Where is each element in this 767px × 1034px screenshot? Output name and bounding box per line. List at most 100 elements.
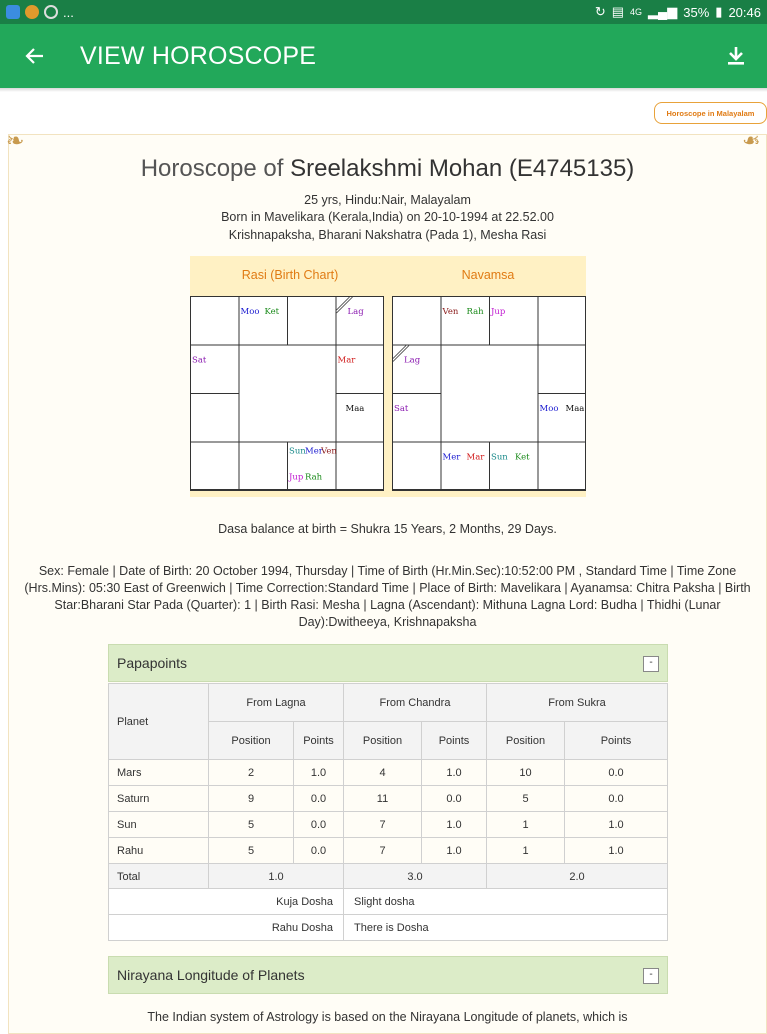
total-sukra: 2.0 — [486, 863, 668, 890]
planet-label: Ven — [320, 447, 337, 457]
dosha-row: Kuja Dosha Slight dosha — [108, 888, 668, 915]
app-bar-shadow — [0, 88, 767, 92]
points-header: Points — [293, 721, 344, 760]
table-cell: 5 — [208, 837, 294, 864]
planet-label: Lag — [348, 307, 365, 317]
planet-label: Lag — [404, 356, 421, 366]
planet-label: Maa — [346, 404, 365, 414]
download-icon — [728, 47, 744, 65]
table-cell: 5 — [208, 811, 294, 838]
table-cell: 1.0 — [564, 811, 668, 838]
table-cell: 7 — [343, 811, 422, 838]
planet-label: Moo — [540, 404, 559, 414]
dosha-row: Rahu Dosha There is Dosha — [108, 914, 668, 941]
navamsa-chart: Ven Rah Jup Lag Sat Moo Maa Mer Mar Sun Ket — [392, 296, 586, 491]
horoscope-malayalam-button[interactable]: Horoscope in Malayalam — [654, 102, 767, 124]
navamsa-chart-title: Navamsa — [461, 268, 515, 282]
app-bar: VIEW HOROSCOPE — [0, 24, 767, 88]
from-sukra-header: From Sukra — [486, 683, 668, 722]
dosha-value: Slight dosha — [343, 888, 668, 915]
table-cell: 10 — [486, 759, 565, 786]
age-caste-line: 25 yrs, Hindu:Nair, Malayalam — [304, 193, 471, 207]
corner-ornament-right: ❧ — [742, 128, 761, 153]
table-row: Sun 5 0.0 7 1.0 1 1.0 — [108, 811, 668, 838]
planet-label: Mer — [443, 453, 462, 463]
table-row: Rahu 5 0.0 7 1.0 1 1.0 — [108, 837, 668, 864]
horoscope-title: Horoscope of Sreelakshmi Mohan (E4745135… — [0, 155, 767, 183]
from-lagna-header: From Lagna — [208, 683, 344, 722]
planet-label: Sun — [491, 453, 508, 463]
person-name: Sreelakshmi Mohan (E4745135) — [290, 155, 635, 182]
network-label: 4G — [630, 7, 643, 17]
table-cell: 5 — [486, 785, 565, 812]
planet-label: Mar — [338, 356, 357, 366]
download-button[interactable] — [705, 24, 767, 88]
dosha-label: Rahu Dosha — [108, 914, 344, 941]
papapoints-table: Planet From Lagna From Chandra From Sukr… — [108, 683, 668, 890]
rasi-chart-title: Rasi (Birth Chart) — [241, 268, 339, 282]
points-header: Points — [564, 721, 668, 760]
table-cell: 0.0 — [293, 785, 344, 812]
table-cell: 1 — [486, 837, 565, 864]
title-prefix: Horoscope of — [140, 155, 291, 182]
table-cell: 1.0 — [293, 759, 344, 786]
more-notifications: ... — [63, 4, 74, 20]
cast-icon: ▤ — [611, 4, 625, 19]
corner-ornament-left: ❧ — [6, 128, 25, 153]
planet-label: Sat — [394, 404, 409, 414]
planet-label: Mar — [467, 453, 486, 463]
total-chandra: 3.0 — [343, 863, 487, 890]
table-cell: 0.0 — [293, 837, 344, 864]
dosha-table: Kuja Dosha Slight dosha Rahu Dosha There… — [108, 888, 668, 941]
page-title: VIEW HOROSCOPE — [80, 41, 317, 70]
sync-icon: ↻ — [594, 4, 606, 19]
table-cell: 4 — [343, 759, 422, 786]
table-cell: 1.0 — [421, 811, 487, 838]
position-header: Position — [486, 721, 565, 760]
planet-label: Sun — [289, 447, 306, 457]
signal-icon: ▂▄▆ — [648, 4, 678, 19]
planet-label: Sat — [192, 356, 207, 366]
total-lagna: 1.0 — [208, 863, 344, 890]
papapoints-collapse-button[interactable]: - — [643, 656, 659, 672]
nakshatra-line: Krishnapaksha, Bharani Nakshatra (Pada 1… — [228, 228, 547, 242]
table-row: Mars 2 1.0 4 1.0 10 0.0 — [108, 759, 668, 786]
planet-name-cell: Mars — [108, 759, 209, 786]
nirayana-header[interactable]: Nirayana Longitude of Planets - — [108, 956, 668, 994]
position-header: Position — [343, 721, 422, 760]
planet-label: Ven — [442, 307, 459, 317]
planet-label: Ket — [265, 307, 280, 317]
table-cell: 1 — [486, 811, 565, 838]
app-notification-icon — [6, 5, 20, 19]
table-cell: 1.0 — [421, 759, 487, 786]
chrome-icon — [44, 5, 58, 19]
planet-name-cell: Rahu — [108, 837, 209, 864]
battery-icon: ▮ — [715, 4, 723, 19]
table-row: Saturn 9 0.0 11 0.0 5 0.0 — [108, 785, 668, 812]
birth-details: Sex: Female | Date of Birth: 20 October … — [24, 564, 751, 629]
back-button[interactable] — [0, 24, 70, 88]
table-cell: 1.0 — [421, 837, 487, 864]
table-cell: 0.0 — [564, 785, 668, 812]
from-chandra-header: From Chandra — [343, 683, 487, 722]
papapoints-header[interactable]: Papapoints - — [108, 644, 668, 682]
table-cell: 11 — [343, 785, 422, 812]
planet-name-cell: Sun — [108, 811, 209, 838]
table-cell: 9 — [208, 785, 294, 812]
nirayana-intro-text: The Indian system of Astrology is based … — [147, 1010, 628, 1024]
planet-label: Ket — [515, 453, 530, 463]
papapoints-title: Papapoints — [117, 655, 188, 671]
planet-label: Jup — [288, 473, 304, 483]
app-notification-icon-2 — [25, 5, 39, 19]
table-cell: 0.0 — [421, 785, 487, 812]
table-cell: 0.0 — [293, 811, 344, 838]
arrow-back-icon — [25, 48, 43, 64]
clock: 20:46 — [728, 4, 761, 20]
table-cell: 0.0 — [564, 759, 668, 786]
status-bar: ... ↻ ▤ 4G ▂▄▆ 35% ▮ 20:46 — [0, 0, 767, 24]
table-cell: 2 — [208, 759, 294, 786]
planet-label: Maa — [566, 404, 585, 414]
nirayana-collapse-button[interactable]: - — [643, 968, 659, 984]
battery-percent: 35% — [683, 4, 710, 20]
birth-line: Born in Mavelikara (Kerala,India) on 20-… — [221, 210, 554, 224]
